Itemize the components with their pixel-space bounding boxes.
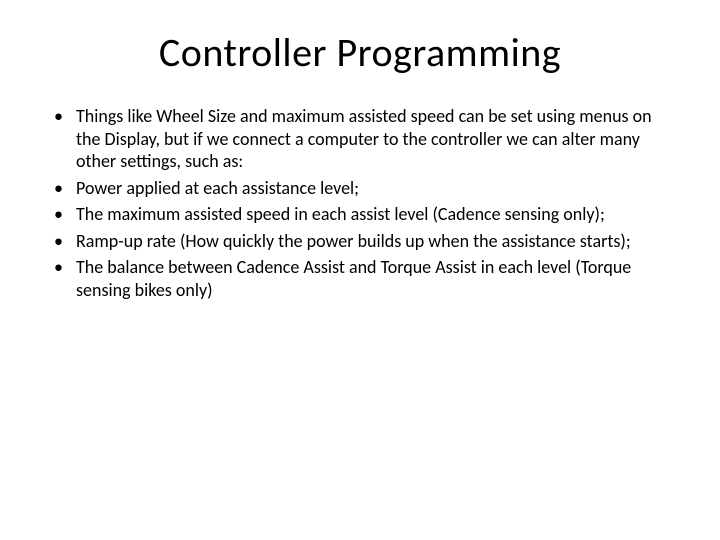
bullet-text: The balance between Cadence Assist and T… [76,256,631,301]
bullet-text: The maximum assisted speed in each assis… [76,203,605,225]
list-item: Things like Wheel Size and maximum assis… [48,105,672,173]
bullet-text: Power applied at each assistance level; [76,177,359,199]
slide-title: Controller Programming [40,28,680,77]
slide: Controller Programming Things like Wheel… [0,0,720,540]
list-item: The balance between Cadence Assist and T… [48,256,672,301]
bullet-text: Ramp-up rate (How quickly the power buil… [76,230,631,252]
list-item: Ramp-up rate (How quickly the power buil… [48,230,672,253]
bullet-list: Things like Wheel Size and maximum assis… [40,105,680,301]
list-item: Power applied at each assistance level; [48,177,672,200]
bullet-text: Things like Wheel Size and maximum assis… [76,105,652,172]
list-item: The maximum assisted speed in each assis… [48,203,672,226]
